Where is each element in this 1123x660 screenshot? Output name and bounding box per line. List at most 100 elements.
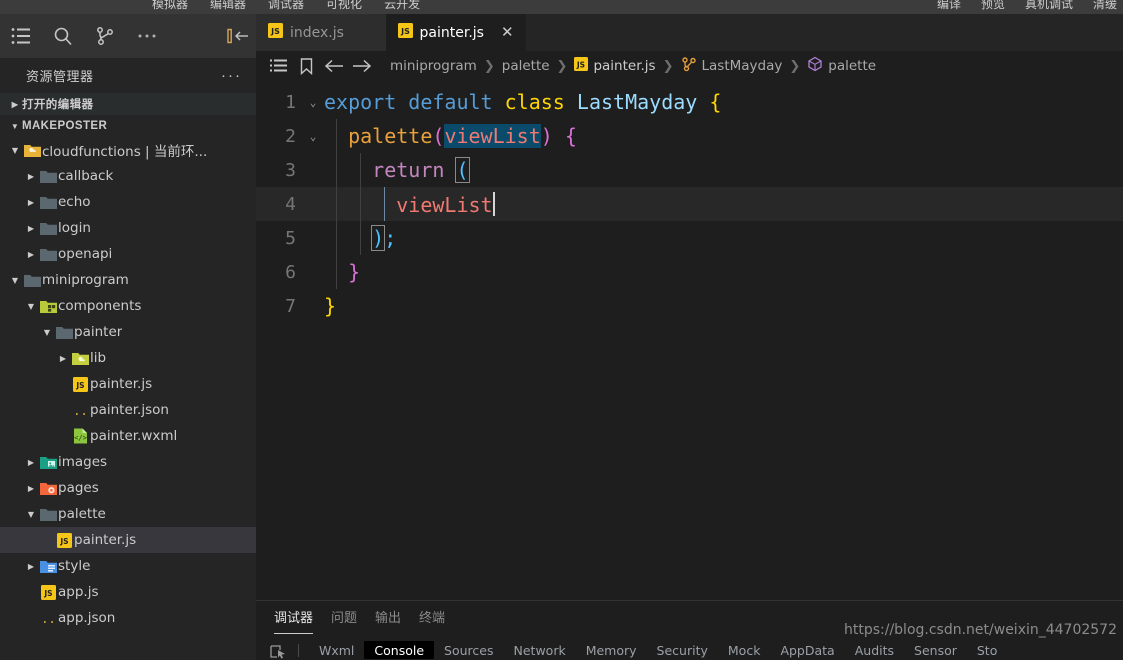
tree-item-images[interactable]: ▶ images <box>0 449 256 475</box>
bookmark-icon[interactable] <box>292 57 320 75</box>
code-line-1[interactable]: 1 ⌄ export default class LastMayday { <box>256 85 1123 119</box>
tree-item-palette[interactable]: ▼ palette <box>0 501 256 527</box>
chevron-down-icon[interactable]: ▼ <box>40 328 54 337</box>
sidebar-section-project[interactable]: ▼ MAKEPOSTER <box>0 115 256 137</box>
tree-item-pages[interactable]: ▶ pages <box>0 475 256 501</box>
devtools-tab-wxml[interactable]: Wxml <box>309 641 364 659</box>
panel-tab-terminal[interactable]: 终端 <box>419 607 445 629</box>
chevron-right-icon[interactable]: ▶ <box>56 354 70 363</box>
chevron-right-icon[interactable]: ▶ <box>24 458 38 467</box>
devtools-tab-storage[interactable]: Sto <box>967 641 1007 659</box>
chevron-right-icon[interactable]: ▶ <box>24 198 38 207</box>
code-line-5[interactable]: 5 ); <box>256 221 1123 255</box>
breadcrumb-item-palette-method[interactable]: palette <box>805 56 878 76</box>
code-text: viewList <box>324 191 495 217</box>
code-line-4[interactable]: 4 viewList <box>256 187 1123 221</box>
outline-icon[interactable] <box>264 59 292 73</box>
panel-tab-debugger[interactable]: 调试器 <box>274 607 314 634</box>
menu-item-preview[interactable]: 预览 <box>981 0 1005 12</box>
tree-item-cloudfunctions-...[interactable]: ▼ cloudfunctions | 当前环... <box>0 137 256 163</box>
breadcrumb-item-palette[interactable]: palette <box>500 58 552 74</box>
panel-tab-problems[interactable]: 问题 <box>331 607 357 629</box>
chevron-right-icon[interactable]: ▶ <box>24 250 38 259</box>
breadcrumb-separator-icon: ❯ <box>556 58 568 74</box>
chevron-down-icon[interactable]: ▼ <box>24 510 38 519</box>
forward-icon[interactable] <box>348 59 376 73</box>
tree-item-miniprogram[interactable]: ▼ miniprogram <box>0 267 256 293</box>
breadcrumb-item-painter-js[interactable]: JS painter.js <box>572 57 657 75</box>
token-bracket-match-open: ( <box>455 157 470 183</box>
chevron-right-icon[interactable]: ▶ <box>24 172 38 181</box>
editor-tab-index-js[interactable]: JS index.js ✕ <box>256 14 386 51</box>
tree-item-app.json[interactable]: ▶{..}app.json <box>0 605 256 631</box>
tree-item-app.js[interactable]: ▶JSapp.js <box>0 579 256 605</box>
tree-item-label: palette <box>58 506 106 522</box>
devtools-tab-console[interactable]: Console <box>364 641 435 659</box>
fold-chevron-down-icon[interactable]: ⌄ <box>302 96 324 109</box>
chevron-right-icon[interactable]: ▶ <box>24 562 38 571</box>
tree-item-login[interactable]: ▶ login <box>0 215 256 241</box>
tree-item-openapi[interactable]: ▶ openapi <box>0 241 256 267</box>
menu-item-cloud[interactable]: 云开发 <box>384 0 420 12</box>
inspect-element-icon[interactable] <box>270 645 294 659</box>
sidebar-section-open-editors[interactable]: ▶ 打开的编辑器 <box>0 93 256 115</box>
tree-item-label: painter.wxml <box>90 428 178 444</box>
editor-tab-painter-js[interactable]: JS painter.js ✕ <box>385 14 526 51</box>
tree-item-painter[interactable]: ▼ painter <box>0 319 256 345</box>
devtools-tab-audits[interactable]: Audits <box>845 641 904 659</box>
tree-item-painter.wxml[interactable]: ▶</>painter.wxml <box>0 423 256 449</box>
code-line-2[interactable]: 2 ⌄ palette(viewList) { <box>256 119 1123 153</box>
sidebar-more-icon[interactable]: ··· <box>221 68 242 83</box>
activity-bar <box>0 14 256 58</box>
tree-item-painter.js[interactable]: ▶JSpainter.js <box>0 527 256 553</box>
devtools-tab-mock[interactable]: Mock <box>718 641 771 659</box>
breadcrumb-item-lastmayday[interactable]: LastMayday <box>679 56 785 76</box>
more-actions-icon[interactable] <box>126 14 168 58</box>
editor-tab-bar: JS index.js ✕ JS painter.js ✕ <box>256 14 1123 51</box>
menu-item-clear-cache[interactable]: 清缓 <box>1093 0 1117 12</box>
chevron-down-icon[interactable]: ▼ <box>24 302 38 311</box>
panel-tab-output[interactable]: 输出 <box>375 607 401 629</box>
tree-item-painter.js[interactable]: ▶JSpainter.js <box>0 371 256 397</box>
tree-item-lib[interactable]: ▶ lib <box>0 345 256 371</box>
devtools-tab-appdata[interactable]: AppData <box>770 641 844 659</box>
sidebar-title: 资源管理器 <box>26 70 94 85</box>
code-line-6[interactable]: 6 } <box>256 255 1123 289</box>
devtools-tab-network[interactable]: Network <box>504 641 576 659</box>
collapse-sidebar-icon[interactable] <box>220 14 256 58</box>
explorer-icon[interactable] <box>0 14 42 58</box>
fold-chevron-down-icon[interactable]: ⌄ <box>302 130 324 143</box>
menu-item-visual[interactable]: 可视化 <box>326 0 362 12</box>
menu-item-compile[interactable]: 编译 <box>937 0 961 12</box>
chevron-right-icon[interactable]: ▶ <box>24 484 38 493</box>
breadcrumb-item-miniprogram[interactable]: miniprogram <box>388 58 479 74</box>
tree-item-components[interactable]: ▼ components <box>0 293 256 319</box>
chevron-right-icon[interactable]: ▶ <box>24 224 38 233</box>
tree-item-echo[interactable]: ▶ echo <box>0 189 256 215</box>
tree-item-label: painter <box>74 324 123 340</box>
tree-item-style[interactable]: ▶ style <box>0 553 256 579</box>
app-menu-right-group: 编译 预览 真机调试 清缓 <box>937 0 1117 12</box>
menu-item-editor[interactable]: 编辑器 <box>210 0 246 12</box>
menu-item-debugger[interactable]: 调试器 <box>268 0 304 12</box>
chevron-down-icon[interactable]: ▼ <box>8 146 22 155</box>
devtools-tab-sensor[interactable]: Sensor <box>904 641 967 659</box>
devtools-tab-security[interactable]: Security <box>647 641 718 659</box>
devtools-tab-memory[interactable]: Memory <box>576 641 647 659</box>
devtools-tab-sources[interactable]: Sources <box>434 641 503 659</box>
code-line-7[interactable]: 7 } <box>256 289 1123 323</box>
code-text: palette(viewList) { <box>324 124 577 148</box>
tree-item-painter.json[interactable]: ▶{..}painter.json <box>0 397 256 423</box>
source-control-icon[interactable] <box>84 14 126 58</box>
back-icon[interactable] <box>320 59 348 73</box>
code-line-3[interactable]: 3 return ( <box>256 153 1123 187</box>
folder-img-icon <box>38 455 58 470</box>
search-icon[interactable] <box>42 14 84 58</box>
menu-item-simulator[interactable]: 模拟器 <box>152 0 188 12</box>
tree-item-label: images <box>58 454 108 470</box>
tree-item-callback[interactable]: ▶ callback <box>0 163 256 189</box>
chevron-down-icon[interactable]: ▼ <box>8 276 22 285</box>
code-editor[interactable]: 1 ⌄ export default class LastMayday { 2 … <box>256 81 1123 323</box>
close-icon[interactable]: ✕ <box>501 25 514 40</box>
menu-item-remote-debug[interactable]: 真机调试 <box>1025 0 1073 12</box>
